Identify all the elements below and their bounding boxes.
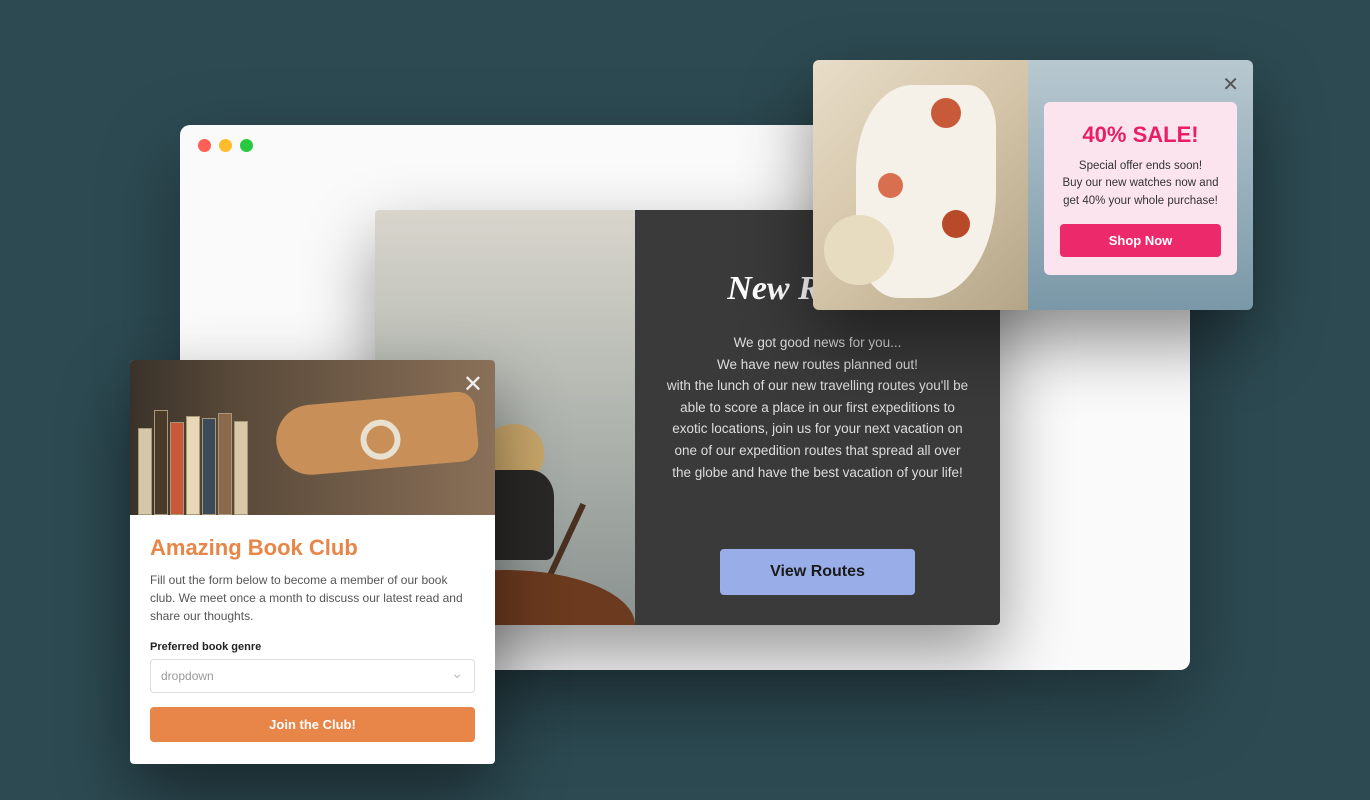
sale-title: 40% SALE! bbox=[1060, 122, 1221, 148]
close-icon[interactable]: ✕ bbox=[1222, 72, 1239, 97]
book-title: Amazing Book Club bbox=[150, 535, 475, 561]
shop-now-button[interactable]: Shop Now bbox=[1060, 224, 1221, 257]
book-club-popup: ✕ Amazing Book Club Fill out the form be… bbox=[130, 360, 495, 764]
window-maximize-icon[interactable] bbox=[240, 139, 253, 152]
genre-select[interactable]: dropdown bbox=[150, 659, 475, 693]
window-minimize-icon[interactable] bbox=[219, 139, 232, 152]
sale-hero-image bbox=[813, 60, 1028, 310]
join-club-button[interactable]: Join the Club! bbox=[150, 707, 475, 742]
book-content: Amazing Book Club Fill out the form belo… bbox=[130, 515, 495, 764]
sale-popup: ✕ 40% SALE! Special offer ends soon! Buy… bbox=[813, 60, 1253, 310]
sale-body: Special offer ends soon! Buy our new wat… bbox=[1060, 158, 1221, 210]
window-close-icon[interactable] bbox=[198, 139, 211, 152]
view-routes-button[interactable]: View Routes bbox=[720, 549, 915, 595]
genre-label: Preferred book genre bbox=[150, 641, 475, 653]
book-body: Fill out the form below to become a memb… bbox=[150, 571, 475, 625]
close-icon[interactable]: ✕ bbox=[463, 370, 483, 399]
sale-content: ✕ 40% SALE! Special offer ends soon! Buy… bbox=[1028, 60, 1253, 310]
routes-body: We got good news for you... We have new … bbox=[665, 332, 970, 483]
sale-card: 40% SALE! Special offer ends soon! Buy o… bbox=[1044, 102, 1237, 275]
book-hero-image: ✕ bbox=[130, 360, 495, 515]
